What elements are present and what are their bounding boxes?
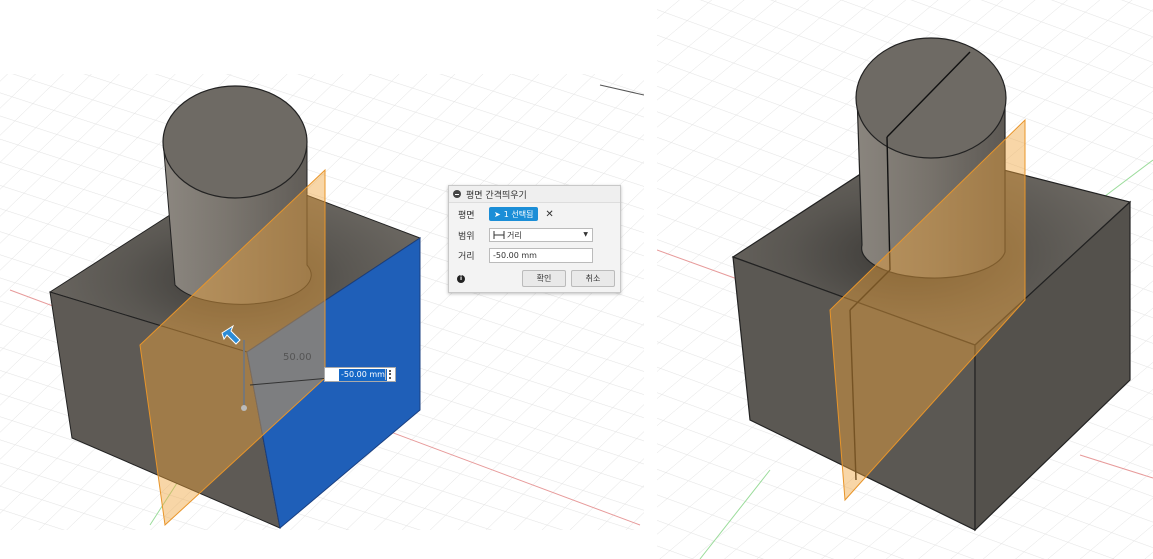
cancel-button[interactable]: 취소: [571, 270, 615, 287]
dialog-header[interactable]: 평면 간격띄우기: [449, 186, 620, 203]
plane-label: 평면: [458, 210, 475, 221]
extent-value: 거리: [507, 230, 522, 240]
cylinder-top-right: [855, 37, 1007, 159]
distance-input-box[interactable]: -50.00 mm: [324, 367, 396, 382]
ok-button[interactable]: 확인: [522, 270, 566, 287]
dialog-title: 평면 간격띄우기: [466, 190, 527, 201]
distance-input-value[interactable]: -50.00 mm: [339, 368, 387, 381]
right-viewport[interactable]: [657, 0, 1153, 559]
left-viewport[interactable]: [0, 74, 644, 530]
distance-row: 거리 -50.00 mm: [449, 246, 620, 264]
cursor-icon: ➤: [494, 209, 501, 219]
selection-text: 1 선택됨: [503, 209, 534, 219]
extent-dropdown[interactable]: 거리 ▼: [489, 228, 593, 242]
divider: [385, 369, 386, 380]
plane-selection-button[interactable]: ➤ 1 선택됨: [489, 207, 539, 221]
extent-row: 범위 거리 ▼: [449, 226, 620, 244]
offset-plane-dialog: 평면 간격띄우기 평면 ➤ 1 선택됨 ✕ 범위 거리 ▼ 거리 -50.00 …: [448, 185, 621, 293]
dimension-label: 50.00: [283, 352, 312, 363]
cylinder-top: [162, 85, 308, 199]
collapse-icon[interactable]: [453, 190, 461, 198]
clear-icon[interactable]: ✕: [545, 209, 553, 220]
info-icon[interactable]: i: [457, 275, 465, 283]
dropdown-arrow-icon: ▼: [583, 231, 588, 238]
distance-icon: [493, 231, 505, 239]
distance-field[interactable]: -50.00 mm: [489, 247, 593, 263]
plane-row: 평면 ➤ 1 선택됨 ✕: [449, 205, 620, 223]
menu-dots-icon[interactable]: [389, 370, 393, 379]
extent-label: 범위: [458, 231, 475, 242]
distance-label: 거리: [458, 251, 475, 262]
